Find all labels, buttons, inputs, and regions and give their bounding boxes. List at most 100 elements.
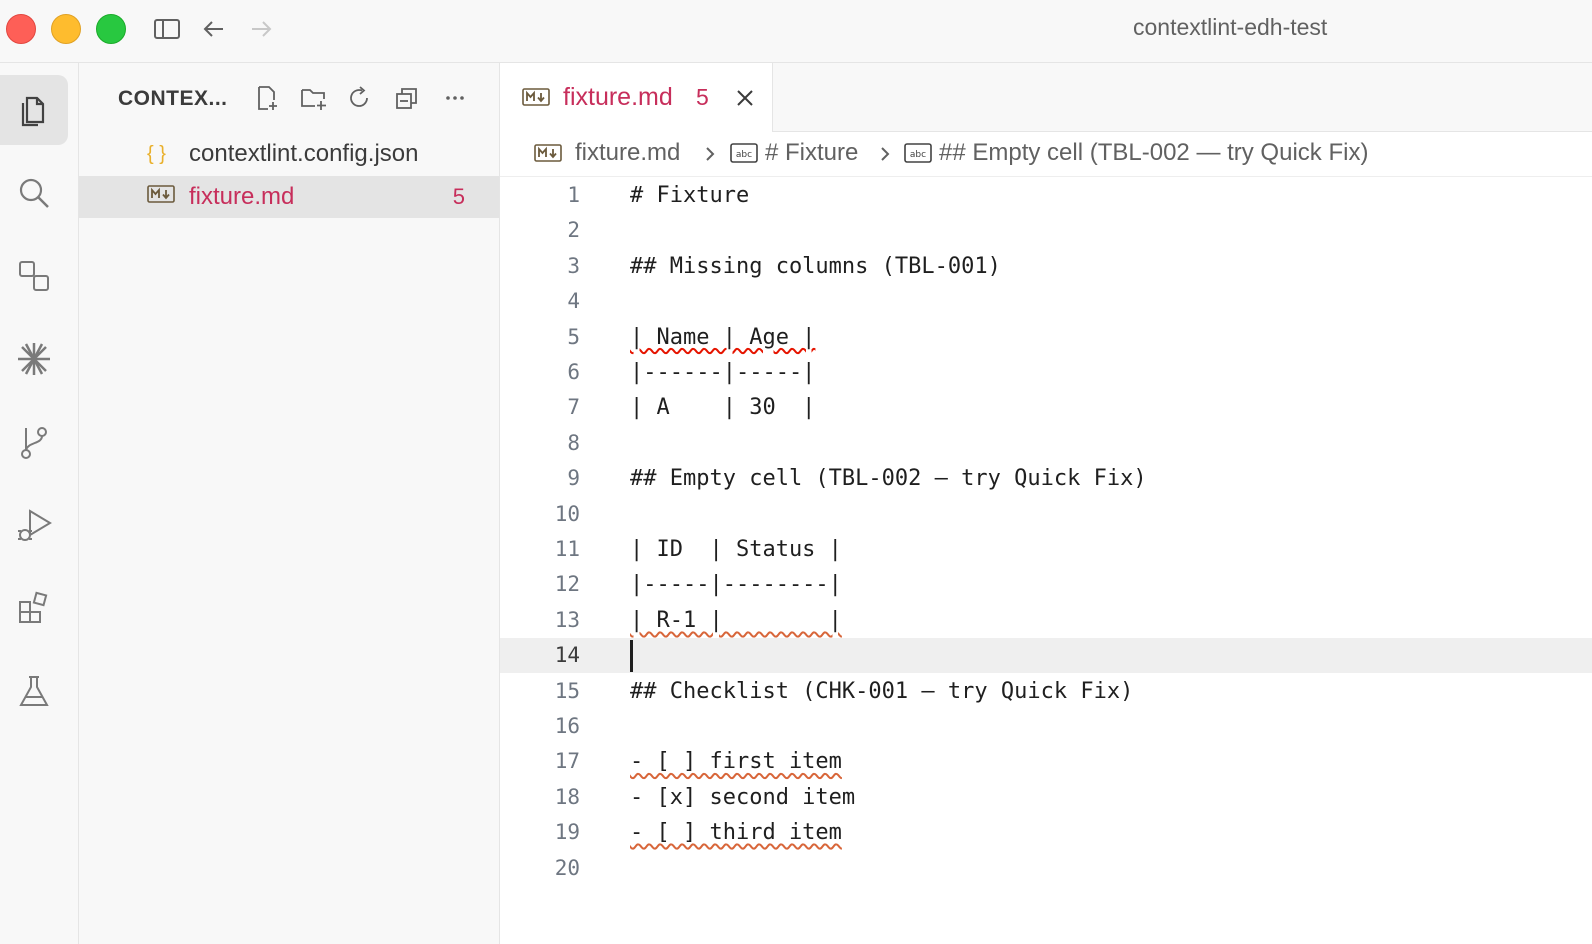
- tab-fixture-md[interactable]: fixture.md 5: [500, 63, 773, 132]
- source-control-icon[interactable]: [0, 407, 68, 477]
- code-line[interactable]: 5 | Name | Age |: [500, 320, 1592, 355]
- line-number: 16: [554, 714, 580, 738]
- back-arrow-icon[interactable]: [199, 14, 229, 44]
- code-text: |-----|--------|: [630, 572, 842, 598]
- line-number: 7: [567, 395, 580, 420]
- line-number: 18: [554, 784, 580, 809]
- file-item-fixture-md[interactable]: fixture.md 5: [79, 176, 499, 218]
- file-name: contextlint.config.json: [189, 140, 419, 167]
- testing-flask-icon[interactable]: [0, 656, 68, 726]
- text-symbol-icon: abc: [730, 143, 758, 168]
- chevron-right-icon: [878, 146, 892, 167]
- new-file-icon[interactable]: [251, 81, 283, 115]
- collapse-all-icon[interactable]: [391, 81, 423, 115]
- code-text: - [x] second item: [630, 784, 856, 810]
- code-text: | R-1 | |: [630, 608, 842, 633]
- zoom-window-button[interactable]: [96, 14, 126, 44]
- diagnostic-squiggle[interactable]: - [ ] first item: [630, 749, 842, 774]
- diagnostic-squiggle[interactable]: | R-1 | |: [630, 608, 842, 633]
- diagnostic-squiggle[interactable]: | Name | Age |: [630, 325, 815, 350]
- code-line[interactable]: 4: [500, 284, 1592, 319]
- code-line[interactable]: 20: [500, 851, 1592, 886]
- code-line[interactable]: 9 ## Empty cell (TBL-002 — try Quick Fix): [500, 461, 1592, 496]
- line-number: 20: [554, 855, 580, 880]
- breadcrumb-file[interactable]: fixture.md: [575, 139, 680, 167]
- code-text: ## Empty cell (TBL-002 — try Quick Fix): [630, 466, 1147, 492]
- forward-arrow-icon[interactable]: [246, 14, 276, 44]
- sparkle-extension-icon[interactable]: [0, 324, 68, 394]
- markdown-file-icon: [534, 144, 562, 167]
- editor-area: fixture.md 5 fixture.md abc # Fixture ab…: [500, 63, 1592, 944]
- minimize-window-button[interactable]: [51, 14, 81, 44]
- code-line[interactable]: 7 | A | 30 |: [500, 390, 1592, 425]
- problem-count-badge: 5: [452, 184, 465, 209]
- tab-problem-badge: 5: [696, 84, 709, 110]
- line-number: 14: [554, 643, 580, 668]
- more-actions-icon[interactable]: [439, 81, 471, 115]
- line-number: 17: [554, 749, 580, 774]
- close-window-button[interactable]: [6, 14, 36, 44]
- code-line[interactable]: 14: [500, 638, 1592, 674]
- json-braces-icon: { }: [147, 142, 166, 165]
- line-number: 9: [567, 466, 580, 491]
- code-line[interactable]: 12 |-----|--------|: [500, 567, 1592, 602]
- explorer-title: CONTEX...: [118, 87, 228, 110]
- line-number: 8: [567, 430, 580, 455]
- diagnostic-squiggle[interactable]: - [ ] third item: [630, 820, 842, 845]
- markdown-file-icon: [522, 88, 550, 111]
- breadcrumb-heading2[interactable]: ## Empty cell (TBL-002 — try Quick Fix): [939, 139, 1368, 167]
- code-editor[interactable]: 1 # Fixture 2 3 ## Missing columns (TBL-001)…: [500, 175, 1592, 944]
- code-line[interactable]: 15 ## Checklist (CHK-001 — try Quick Fix): [500, 674, 1592, 709]
- breadcrumb-heading1[interactable]: # Fixture: [765, 139, 858, 167]
- tab-label: fixture.md: [563, 83, 673, 111]
- line-number: 4: [567, 289, 580, 314]
- line-number: 11: [554, 537, 580, 561]
- extensions-icon[interactable]: [0, 573, 68, 643]
- code-line[interactable]: 10: [500, 497, 1592, 532]
- window-title: contextlint-edh-test: [1133, 14, 1328, 40]
- close-icon[interactable]: [730, 81, 760, 115]
- source-control-graph-icon[interactable]: [0, 241, 68, 311]
- svg-text:abc: abc: [910, 150, 926, 160]
- text-symbol-icon: abc: [904, 143, 932, 168]
- code-line[interactable]: 19 - [ ] third item: [500, 815, 1592, 850]
- line-number: 6: [567, 360, 580, 384]
- file-item-contextlint-config[interactable]: { } contextlint.config.json: [79, 133, 499, 175]
- line-number: 13: [554, 607, 580, 632]
- breadcrumb: fixture.md abc # Fixture abc ## Empty ce…: [500, 132, 1592, 177]
- code-text: | Name | Age |: [630, 325, 815, 350]
- text-cursor: [630, 640, 633, 673]
- line-number: 10: [554, 501, 580, 526]
- code-text: - [ ] third item: [630, 820, 842, 845]
- code-line[interactable]: 16: [500, 709, 1592, 744]
- line-number: 19: [554, 820, 580, 845]
- chevron-right-icon: [703, 146, 717, 167]
- toggle-sidebar-icon[interactable]: [152, 14, 182, 44]
- code-line[interactable]: 2: [500, 213, 1592, 248]
- line-number: 2: [567, 218, 580, 243]
- code-line[interactable]: 3 ## Missing columns (TBL-001): [500, 249, 1592, 284]
- explorer-icon[interactable]: [0, 75, 68, 145]
- line-number: 15: [554, 678, 580, 703]
- activity-bar: [0, 63, 79, 944]
- code-line[interactable]: 6 |------|-----|: [500, 355, 1592, 390]
- code-text: | A | 30 |: [630, 395, 816, 421]
- code-text: ## Checklist (CHK-001 — try Quick Fix): [630, 678, 1134, 704]
- explorer-sidebar: CONTEX... { } contextlint.config.json fi…: [79, 63, 500, 944]
- code-line[interactable]: 18 - [x] second item: [500, 780, 1592, 815]
- code-line[interactable]: 13 | R-1 | |: [500, 603, 1592, 638]
- title-bar: contextlint-edh-test: [0, 0, 1592, 63]
- code-line[interactable]: 17 - [ ] first item: [500, 744, 1592, 779]
- code-line[interactable]: 1 # Fixture: [500, 178, 1592, 213]
- line-number: 5: [567, 324, 580, 349]
- line-number: 12: [554, 572, 580, 597]
- refresh-icon[interactable]: [343, 81, 375, 115]
- code-line[interactable]: 8: [500, 426, 1592, 461]
- markdown-file-icon: [147, 185, 175, 209]
- code-text: | ID | Status |: [630, 537, 842, 562]
- line-number: 3: [567, 253, 580, 278]
- code-line[interactable]: 11 | ID | Status |: [500, 532, 1592, 567]
- new-folder-icon[interactable]: [297, 81, 329, 115]
- run-and-debug-icon[interactable]: [0, 490, 68, 560]
- search-icon[interactable]: [0, 158, 68, 228]
